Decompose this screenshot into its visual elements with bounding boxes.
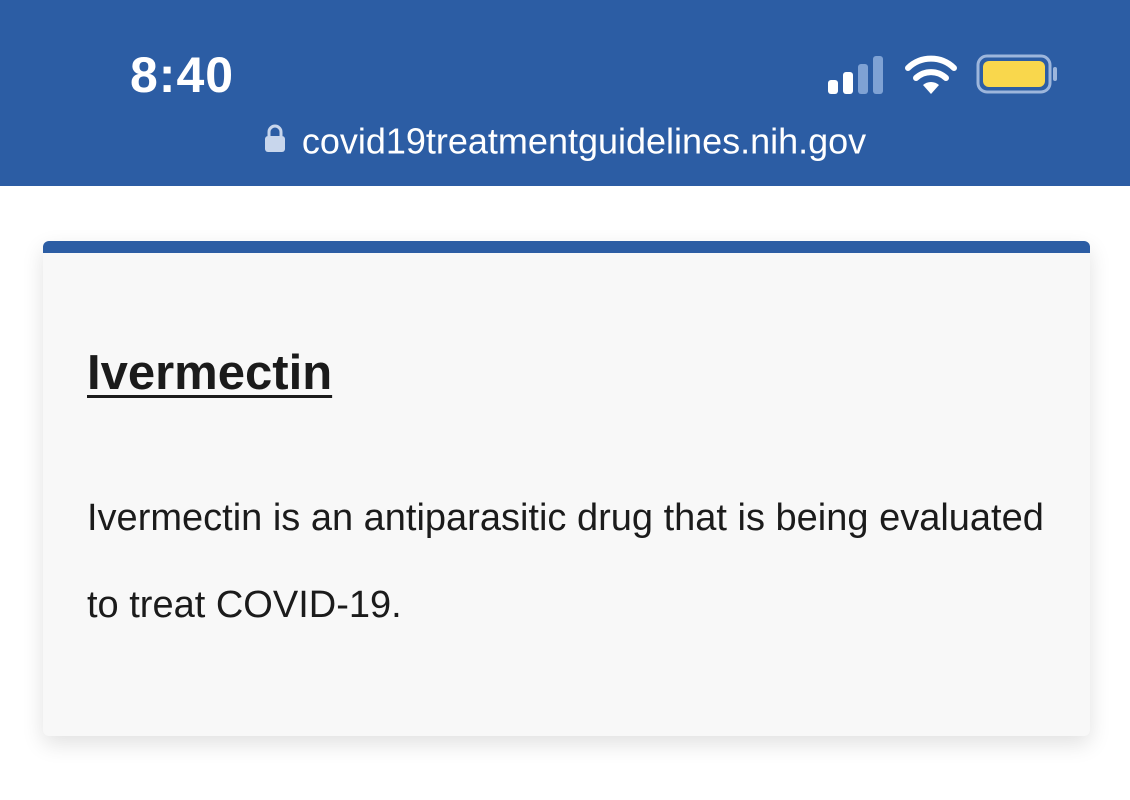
browser-header: 8:40 covid19treatmentguidelines.nih.gov — [0, 0, 1130, 186]
card-description: Ivermectin is an antiparasitic drug that… — [87, 497, 1044, 626]
url-text: covid19treatmentguidelines.nih.gov — [301, 120, 867, 162]
battery-icon — [976, 54, 1057, 94]
wifi-icon — [905, 55, 957, 94]
lock-icon — [264, 125, 285, 153]
signal-icon — [828, 56, 883, 94]
status-time: 8:40 — [130, 47, 235, 103]
address-bar[interactable]: covid19treatmentguidelines.nih.gov — [0, 118, 1130, 166]
drug-card: Ivermectin Ivermectin is an antiparasiti… — [43, 241, 1090, 736]
card-title-link[interactable]: Ivermectin — [87, 345, 332, 401]
